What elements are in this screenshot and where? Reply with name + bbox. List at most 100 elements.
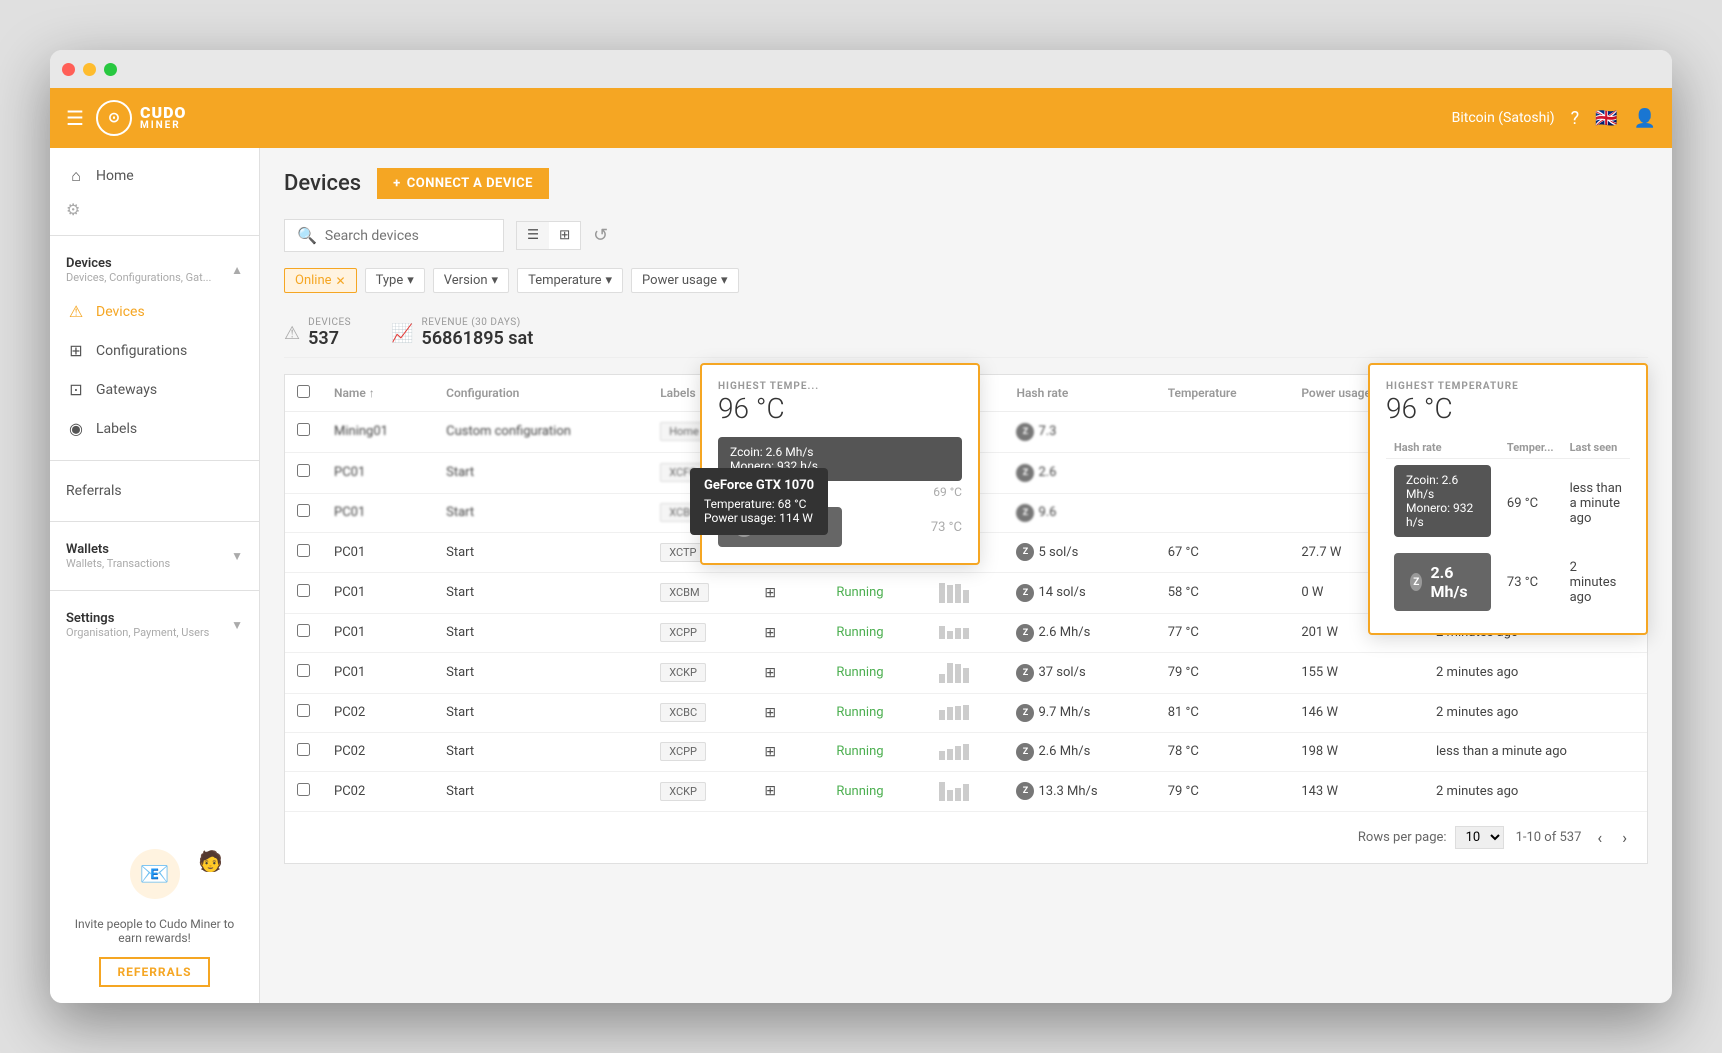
rows-per-page-label: Rows per page:	[1358, 830, 1447, 845]
power-chevron-icon: ▾	[721, 273, 728, 288]
search-input[interactable]	[325, 228, 491, 244]
divider-3	[50, 521, 259, 522]
row-checkbox[interactable]	[297, 423, 310, 436]
row-temp: 79 °C	[1156, 771, 1290, 811]
popup1-temp: 96 °C	[718, 392, 962, 425]
row-checkbox[interactable]	[297, 743, 310, 756]
filter-type-dropdown[interactable]: Type ▾	[365, 268, 425, 293]
row-checkbox[interactable]	[297, 464, 310, 477]
select-all-checkbox[interactable]	[297, 385, 310, 398]
row-hashrate: Z 2.6 Mh/s	[1004, 732, 1155, 771]
connect-device-button[interactable]: + CONNECT A DEVICE	[377, 168, 549, 199]
filter-version-dropdown[interactable]: Version ▾	[433, 268, 509, 293]
online-filter-label: Online	[295, 273, 332, 288]
row-power: 155 W	[1289, 652, 1424, 693]
sidebar-devices-sub: Devices, Configurations, Gat...	[66, 271, 211, 284]
flag-icon[interactable]: 🇬🇧	[1595, 108, 1617, 129]
prev-page-button[interactable]: ‹	[1593, 824, 1606, 851]
currency-label: Bitcoin (Satoshi)	[1452, 110, 1555, 126]
row-hashrate: Z 13.3 Mh/s	[1004, 771, 1155, 811]
sidebar-item-gateways[interactable]: ⊡ Gateways	[50, 370, 259, 409]
sidebar-item-referrals[interactable]: Referrals	[50, 473, 259, 509]
divider-1	[50, 235, 259, 236]
maximize-button[interactable]	[104, 63, 117, 76]
sidebar-devices-collapse[interactable]: ▲	[231, 263, 243, 277]
filter-bar: Online ✕ Type ▾ Version ▾ Temperature ▾	[284, 268, 1648, 293]
referral-promo-text: Invite people to Cudo Miner to earn rewa…	[66, 917, 243, 945]
row-checkbox[interactable]	[297, 783, 310, 796]
row-checkbox[interactable]	[297, 544, 310, 557]
row-checkbox[interactable]	[297, 664, 310, 677]
popup2-row2: Z 2.6 Mh/s 73 °C 2 minutes ago	[1386, 547, 1630, 617]
filter-temperature-dropdown[interactable]: Temperature ▾	[517, 268, 623, 293]
tooltip-power: Power usage: 114 W	[704, 511, 814, 525]
menu-toggle[interactable]: ☰	[66, 106, 84, 130]
view-toggle: ☰ ⊞	[516, 221, 581, 250]
row-config: Start	[434, 771, 648, 811]
wallets-collapse[interactable]: ▼	[231, 549, 243, 563]
sidebar-wallets-section: Wallets Wallets, Transactions ▼	[50, 526, 259, 586]
row-lastseen: less than a minute ago	[1424, 732, 1647, 771]
row-status: Running	[824, 613, 926, 652]
row-type: ⊞	[752, 652, 824, 693]
row-checkbox[interactable]	[297, 624, 310, 637]
list-view-button[interactable]: ☰	[517, 222, 549, 249]
sidebar-labels-label: Labels	[96, 421, 137, 437]
user-icon[interactable]: 👤	[1634, 108, 1656, 129]
row-temp: 77 °C	[1156, 613, 1290, 652]
row-checkbox[interactable]	[297, 704, 310, 717]
sidebar-wallets-sub: Wallets, Transactions	[66, 557, 170, 570]
home-icon: ⌂	[66, 166, 86, 186]
row-status: Running	[824, 771, 926, 811]
temperature-filter-label: Temperature	[528, 273, 601, 288]
refresh-button[interactable]: ↺	[593, 225, 608, 246]
row-config: Start	[434, 613, 648, 652]
filter-online-tag[interactable]: Online ✕	[284, 268, 357, 293]
row-checkbox[interactable]	[297, 504, 310, 517]
sidebar-item-devices[interactable]: ⚠ Devices	[50, 292, 259, 331]
table-row: PC02 Start XCBC ⊞ Running Z 9.7 Mh/s 81 …	[285, 693, 1647, 732]
settings-collapse[interactable]: ▼	[231, 618, 243, 632]
close-button[interactable]	[62, 63, 75, 76]
row-config: Start	[434, 532, 648, 572]
plus-icon: +	[393, 176, 401, 191]
help-icon[interactable]: ?	[1571, 108, 1580, 129]
sidebar-item-configurations[interactable]: ⊞ Configurations	[50, 331, 259, 370]
row-type: ⊞	[752, 613, 824, 652]
popup2-coin2-icon: Z	[1410, 573, 1422, 591]
grid-view-button[interactable]: ⊞	[549, 222, 580, 249]
row-label: XCBC	[648, 693, 752, 732]
row-checkbox[interactable]	[297, 584, 310, 597]
row-bars	[927, 652, 1005, 693]
minimize-button[interactable]	[83, 63, 96, 76]
sidebar-item-labels[interactable]: ◉ Labels	[50, 409, 259, 448]
row-name: Mining01	[322, 412, 434, 453]
devices-stat-value: 537	[308, 328, 351, 349]
row-hashrate: Z 37 sol/s	[1004, 652, 1155, 693]
rows-per-page-select[interactable]: 10 25 50	[1455, 826, 1504, 849]
referral-button[interactable]: REFERRALS	[99, 957, 209, 987]
row-config: Start	[434, 693, 648, 732]
next-page-button[interactable]: ›	[1618, 824, 1631, 851]
logo-text: CUDO MINER	[140, 105, 187, 131]
remove-online-filter[interactable]: ✕	[336, 274, 346, 288]
titlebar	[50, 50, 1672, 88]
popup2-label: HIGHEST TEMPERATURE	[1386, 381, 1630, 392]
row-name: PC02	[322, 693, 434, 732]
filter-power-dropdown[interactable]: Power usage ▾	[631, 268, 739, 293]
sidebar-item-home[interactable]: ⌂ Home	[50, 156, 259, 196]
row-name: PC01	[322, 652, 434, 693]
row-config: Start	[434, 452, 648, 493]
revenue-stat-icon: 📈	[391, 323, 413, 344]
row-lastseen: 2 minutes ago	[1424, 693, 1647, 732]
row-lastseen: 2 minutes ago	[1424, 652, 1647, 693]
popup1-zcoin: Zcoin: 2.6 Mh/s	[730, 445, 950, 459]
row-type: ⊞	[752, 732, 824, 771]
revenue-stat-label: REVENUE (30 DAYS)	[422, 317, 534, 328]
gateway-icon: ⊡	[66, 380, 86, 399]
page-title: Devices	[284, 171, 361, 196]
row-status: Running	[824, 693, 926, 732]
settings-gear-btn[interactable]: ⚙	[66, 200, 80, 219]
row-hashrate: Z 9.7 Mh/s	[1004, 693, 1155, 732]
row-lastseen: 2 minutes ago	[1424, 771, 1647, 811]
